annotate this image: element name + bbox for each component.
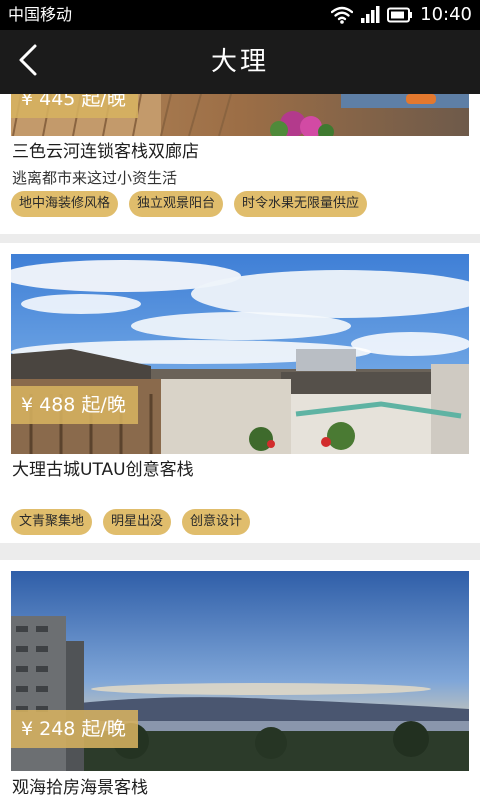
carrier-name: 中国移动 [8,5,73,24]
listing-slogan: 逃离都市来这过小资生活 [12,169,178,187]
tag: 独立观景阳台 [129,191,224,217]
tag-row: 文青聚集地 明星出没 创意设计 [11,509,251,535]
listing-name: 观海拾房海景客栈 [12,778,148,798]
status-icons: 10:40 [331,4,472,26]
listing-feed[interactable]: ¥ 445 起/晚 三色云河连锁客栈双廊店 逃离都市来这过小资生活 地中海装修风… [0,94,480,800]
clock: 10:40 [420,4,472,25]
battery-icon [387,7,413,23]
page-title: 大理 [210,47,269,77]
app-bar: 大理 [0,30,480,94]
status-bar: 中国移动 10:40 [0,0,480,30]
listing-card[interactable]: ¥ 488 起/晚 大理古城UTAU创意客栈 文青聚集地 明星出没 创意设计 [0,243,480,543]
tag: 明星出没 [103,509,172,535]
tag: 文青聚集地 [11,509,93,535]
listing-name: 三色云河连锁客栈双廊店 [12,142,199,162]
back-button[interactable] [6,40,50,84]
price-badge: ¥ 445 起/晚 [11,94,138,118]
tag-row: 地中海装修风格 独立观景阳台 时令水果无限量供应 [11,191,368,217]
wifi-icon [331,6,354,24]
listing-card[interactable]: ¥ 445 起/晚 三色云河连锁客栈双廊店 逃离都市来这过小资生活 地中海装修风… [0,94,480,234]
price-badge: ¥ 488 起/晚 [11,386,138,424]
price-badge: ¥ 248 起/晚 [11,710,138,748]
signal-icon [360,6,380,24]
listing-card[interactable]: ¥ 248 起/晚 观海拾房海景客栈 [0,560,480,800]
tag: 创意设计 [182,509,251,535]
chevron-left-icon [16,43,40,81]
tag: 时令水果无限量供应 [234,191,368,217]
tag: 地中海装修风格 [11,191,119,217]
listing-name: 大理古城UTAU创意客栈 [12,460,194,480]
listing-photo [11,254,469,454]
